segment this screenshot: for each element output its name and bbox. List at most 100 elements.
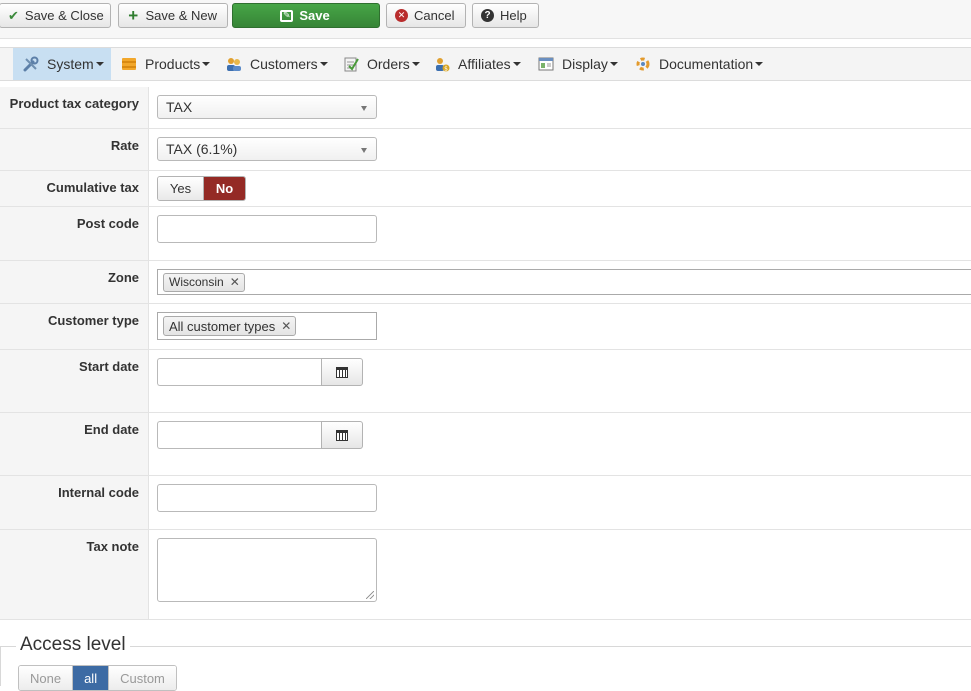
documentation-icon	[635, 56, 651, 72]
remove-tag-icon[interactable]: ✕	[281, 319, 291, 333]
plus-icon: +	[128, 5, 139, 25]
form-row-post-code: Post code	[0, 207, 971, 261]
cumulative-tax-yes-button[interactable]: Yes	[158, 177, 204, 200]
svg-text:$: $	[444, 66, 448, 73]
cumulative-tax-no-button[interactable]: No	[204, 177, 245, 200]
menu-item-products[interactable]: Products	[121, 48, 211, 80]
menu-label-affiliates: Affiliates	[458, 56, 511, 72]
access-level-divider	[0, 646, 971, 647]
access-level-border	[0, 646, 1, 686]
cumulative-tax-label: Cumulative tax	[0, 171, 149, 206]
menu-label-display: Display	[562, 56, 608, 72]
zone-tag-label: Wisconsin	[169, 275, 224, 289]
cumulative-tax-toggle: Yes No	[157, 176, 246, 201]
access-level-legend: Access level	[16, 634, 130, 656]
edit-icon: ✎	[280, 9, 294, 22]
access-level-all-button[interactable]: all	[72, 666, 109, 690]
post-code-input[interactable]	[157, 215, 377, 243]
menu-label-customers: Customers	[250, 56, 318, 72]
menu-item-system[interactable]: System	[13, 48, 111, 80]
save-label: Save	[299, 8, 330, 23]
menu-item-orders[interactable]: Orders	[343, 48, 420, 80]
tax-note-textarea[interactable]	[157, 538, 377, 602]
rate-label: Rate	[0, 129, 149, 170]
zone-label: Zone	[0, 261, 149, 303]
box-icon	[121, 56, 137, 72]
form-row-start-date: Start date	[0, 350, 971, 413]
check-icon: ✔	[8, 7, 19, 23]
toolbar: ✔ Save & Close + Save & New ✎ Save ✕ Can…	[0, 0, 971, 39]
rate-value: TAX (6.1%)	[166, 141, 238, 157]
zone-multiselect[interactable]: Wisconsin ✕	[157, 269, 971, 295]
display-icon	[538, 56, 554, 72]
cancel-icon: ✕	[395, 9, 408, 22]
chevron-down-icon	[411, 62, 420, 66]
rate-select[interactable]: TAX (6.1%)	[157, 137, 377, 161]
menu-label-system: System	[47, 56, 94, 72]
tax-note-label: Tax note	[0, 530, 149, 619]
chevron-down-icon	[319, 62, 328, 66]
customer-type-multiselect[interactable]: All customer types ✕	[157, 312, 377, 340]
chevron-down-icon	[202, 62, 211, 66]
end-date-calendar-button[interactable]	[321, 421, 363, 449]
form-row-tax-note: Tax note	[0, 530, 971, 620]
access-level-custom-button[interactable]: Custom	[108, 666, 176, 690]
affiliates-icon: $	[434, 56, 450, 73]
menu-item-affiliates[interactable]: $ Affiliates	[434, 48, 521, 80]
internal-code-input[interactable]	[157, 484, 377, 512]
customer-type-label: Customer type	[0, 304, 149, 349]
form-row-internal-code: Internal code	[0, 476, 971, 530]
menu-item-display[interactable]: Display	[538, 48, 618, 80]
form-row-cumulative-tax: Cumulative tax Yes No	[0, 171, 971, 207]
post-code-label: Post code	[0, 207, 149, 260]
chevron-down-icon	[95, 62, 104, 66]
access-level-selector: None all Custom	[18, 665, 177, 691]
cancel-button[interactable]: ✕ Cancel	[386, 3, 466, 28]
resize-handle-icon[interactable]	[366, 591, 374, 599]
chevron-down-icon	[512, 62, 521, 66]
orders-icon	[343, 56, 359, 72]
save-close-label: Save & Close	[24, 8, 104, 23]
help-button[interactable]: ? Help	[472, 3, 539, 28]
start-date-calendar-button[interactable]	[321, 358, 363, 386]
customer-type-tag-label: All customer types	[169, 318, 276, 334]
cancel-label: Cancel	[414, 8, 455, 23]
remove-tag-icon[interactable]: ✕	[230, 275, 240, 289]
start-date-input[interactable]	[157, 358, 321, 386]
product-tax-category-select[interactable]: TAX	[157, 95, 377, 119]
end-date-input[interactable]	[157, 421, 321, 449]
start-date-field	[157, 358, 363, 386]
save-button[interactable]: ✎ Save	[232, 3, 380, 28]
menu-item-documentation[interactable]: Documentation	[635, 48, 764, 80]
form-row-customer-type: Customer type All customer types ✕	[0, 304, 971, 350]
tools-icon	[23, 56, 39, 72]
zone-tag: Wisconsin ✕	[163, 272, 245, 292]
product-tax-category-label: Product tax category	[0, 87, 149, 128]
form-row-end-date: End date	[0, 413, 971, 476]
main-menu: System Products Customers Orders $ Affil…	[0, 47, 971, 81]
menu-item-customers[interactable]: Customers	[226, 48, 328, 80]
start-date-label: Start date	[0, 350, 149, 412]
product-tax-category-value: TAX	[166, 99, 193, 115]
end-date-label: End date	[0, 413, 149, 475]
save-new-label: Save & New	[145, 8, 217, 23]
calendar-icon	[336, 366, 348, 378]
customer-type-tag: All customer types ✕	[163, 316, 297, 336]
users-icon	[226, 56, 242, 72]
form-row-product-tax-category: Product tax category TAX	[0, 87, 971, 129]
chevron-down-icon	[609, 62, 618, 66]
menu-label-products: Products	[145, 56, 201, 72]
calendar-icon	[336, 429, 348, 441]
access-level-none-button[interactable]: None	[19, 666, 73, 690]
chevron-down-icon	[755, 62, 764, 66]
save-new-button[interactable]: + Save & New	[118, 3, 228, 28]
form-row-zone: Zone Wisconsin ✕	[0, 261, 971, 304]
save-close-button[interactable]: ✔ Save & Close	[0, 3, 111, 28]
help-icon: ?	[481, 9, 494, 22]
menu-label-orders: Orders	[367, 56, 410, 72]
dropdown-arrow-icon	[361, 148, 367, 153]
end-date-field	[157, 421, 363, 449]
form-row-rate: Rate TAX (6.1%)	[0, 129, 971, 171]
dropdown-arrow-icon	[361, 106, 367, 111]
internal-code-label: Internal code	[0, 476, 149, 529]
